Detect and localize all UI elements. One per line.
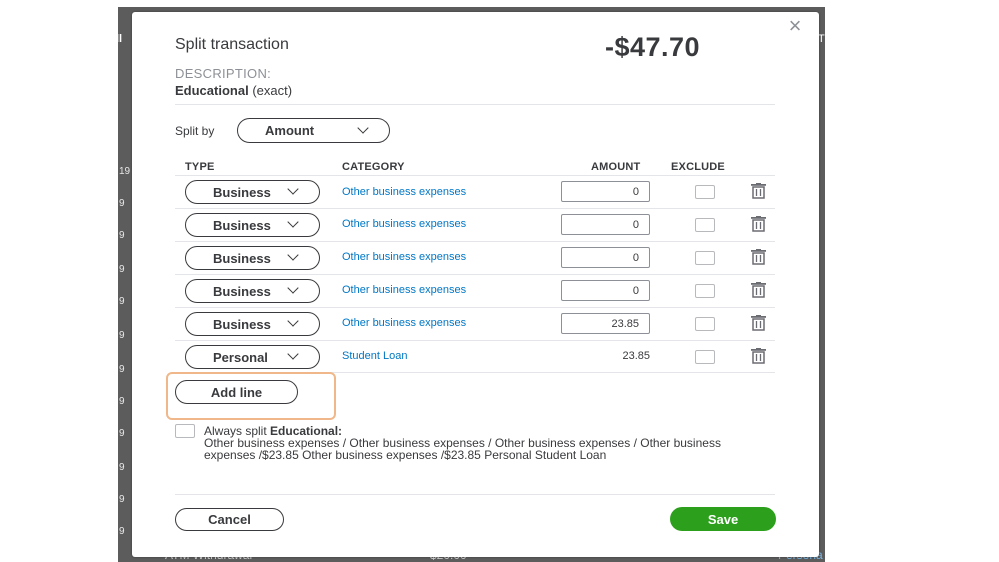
split-by-label: Split by	[175, 124, 215, 138]
background-row-fragment: 9	[119, 264, 125, 275]
column-header-type: TYPE	[185, 161, 215, 173]
always-split-label: Always split Educational: Other business…	[204, 425, 749, 461]
row-type-dropdown[interactable]: Business	[185, 213, 320, 237]
split-by-value: Amount	[265, 123, 315, 138]
row-type-dropdown[interactable]: Business	[185, 246, 320, 270]
chevron-down-icon	[287, 315, 299, 327]
row-type-value: Business	[213, 217, 271, 233]
background-row-fragment: 9	[119, 462, 125, 473]
background-right-fragment: T	[818, 33, 825, 45]
row-type-dropdown[interactable]: Business	[185, 279, 320, 303]
trash-icon[interactable]	[750, 282, 767, 298]
description-label: DESCRIPTION:	[175, 66, 272, 81]
row-amount-input[interactable]	[561, 247, 650, 268]
background-row-fragment: 9	[119, 230, 125, 241]
row-type-dropdown[interactable]: Business	[185, 180, 320, 204]
row-exclude-checkbox[interactable]	[695, 218, 715, 232]
save-button[interactable]: Save	[670, 507, 776, 531]
row-category-link[interactable]: Other business expenses	[342, 186, 466, 198]
always-split-detail: Other business expenses / Other business…	[204, 436, 721, 462]
table-row-divider	[175, 208, 775, 209]
split-by-dropdown[interactable]: Amount	[237, 118, 390, 143]
always-split-checkbox[interactable]	[175, 424, 195, 438]
row-type-dropdown[interactable]: Personal	[185, 345, 320, 369]
cancel-button[interactable]: Cancel	[175, 508, 284, 531]
row-category-link[interactable]: Student Loan	[342, 350, 407, 362]
close-icon[interactable]: ×	[785, 15, 805, 37]
divider	[175, 104, 775, 105]
background-row-fragment: 9	[119, 428, 125, 439]
table-row-divider	[175, 241, 775, 242]
add-line-button[interactable]: Add line	[175, 380, 298, 404]
description-match-type: (exact)	[252, 83, 293, 98]
row-amount-input[interactable]	[561, 313, 650, 334]
chevron-down-icon	[287, 348, 299, 360]
row-exclude-checkbox[interactable]	[695, 284, 715, 298]
table-row-divider	[175, 274, 775, 275]
table-divider	[175, 175, 775, 176]
row-category-link[interactable]: Other business expenses	[342, 218, 466, 230]
background-row-fragment: 19	[119, 166, 131, 177]
dialog-title: Split transaction	[175, 36, 289, 53]
background-row-fragment: 9	[119, 494, 125, 505]
chevron-down-icon	[287, 282, 299, 294]
transaction-total: -$47.70	[605, 32, 701, 62]
row-type-value: Personal	[213, 349, 268, 365]
row-exclude-checkbox[interactable]	[695, 350, 715, 364]
trash-icon[interactable]	[750, 249, 767, 265]
row-category-link[interactable]: Other business expenses	[342, 284, 466, 296]
row-exclude-checkbox[interactable]	[695, 317, 715, 331]
background-row-fragment: 9	[119, 396, 125, 407]
row-type-value: Business	[213, 184, 271, 200]
trash-icon[interactable]	[750, 216, 767, 232]
column-header-category: CATEGORY	[342, 161, 405, 173]
background-row-fragment: 9	[119, 296, 125, 307]
chevron-down-icon	[287, 183, 299, 195]
row-amount-input[interactable]	[561, 214, 650, 235]
trash-icon[interactable]	[750, 183, 767, 199]
background-row-fragment: 9	[119, 364, 125, 375]
chevron-down-icon	[357, 122, 369, 134]
row-amount-input[interactable]	[561, 280, 650, 301]
column-header-amount: AMOUNT	[591, 161, 641, 173]
chevron-down-icon	[287, 216, 299, 228]
row-category-link[interactable]: Other business expenses	[342, 251, 466, 263]
background-toolbar-fragment: ll	[116, 33, 123, 45]
trash-icon[interactable]	[750, 315, 767, 331]
background-row-fragment: 9	[119, 526, 125, 537]
row-amount-input[interactable]	[561, 181, 650, 202]
row-type-value: Business	[213, 283, 271, 299]
description-value: Educational (exact)	[175, 83, 292, 98]
footer-divider	[175, 494, 775, 495]
column-header-exclude: EXCLUDE	[671, 161, 725, 173]
row-type-dropdown[interactable]: Business	[185, 312, 320, 336]
table-row-divider	[175, 307, 775, 308]
row-exclude-checkbox[interactable]	[695, 251, 715, 265]
description-text: Educational	[175, 83, 249, 98]
chevron-down-icon	[287, 249, 299, 261]
row-type-value: Business	[213, 316, 271, 332]
row-exclude-checkbox[interactable]	[695, 185, 715, 199]
row-amount-value: 23.85	[622, 350, 650, 362]
table-row-divider	[175, 340, 775, 341]
trash-icon[interactable]	[750, 348, 767, 364]
row-type-value: Business	[213, 250, 271, 266]
row-category-link[interactable]: Other business expenses	[342, 317, 466, 329]
background-row-fragment: 9	[119, 198, 125, 209]
background-row-fragment: 9	[119, 330, 125, 341]
